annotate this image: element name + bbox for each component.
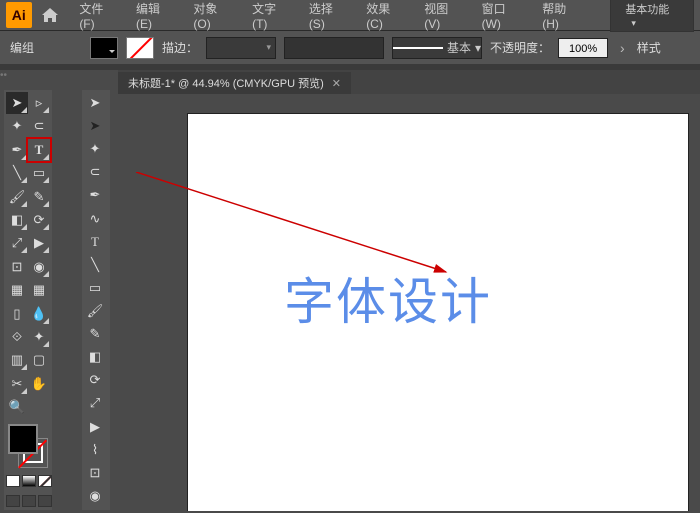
menu-help[interactable]: 帮助(H) xyxy=(534,0,590,36)
hand-tool[interactable]: ✋ xyxy=(28,373,50,395)
sec-pen-tool[interactable]: ✒ xyxy=(84,184,106,206)
sec-brush-tool[interactable]: 🖌 xyxy=(84,300,106,322)
sec-pencil-tool[interactable]: ✎ xyxy=(84,323,106,345)
stroke-swatch[interactable] xyxy=(126,37,154,59)
rotate-tool[interactable]: ⟳ xyxy=(28,209,50,231)
shape-builder-tool[interactable]: ◉ xyxy=(28,256,50,278)
lasso-tool[interactable]: ⊂ xyxy=(28,115,50,137)
tools-panel-secondary: ➤ ➤ ✦ ⊂ ✒ ∿ T ╲ ▭ 🖌 ✎ ◧ ⟳ ⤢ ▶ ⌇ ⊡ ◉ xyxy=(82,90,110,510)
document-tab[interactable]: 未标题-1* @ 44.94% (CMYK/GPU 预览) ✕ xyxy=(118,72,351,94)
sec-warp-tool[interactable]: ⌇ xyxy=(84,439,106,461)
pencil-tool[interactable]: ✎ xyxy=(28,186,50,208)
canvas-area[interactable]: 字体设计 xyxy=(118,94,698,511)
eyedropper-tool[interactable]: 💧 xyxy=(28,303,50,325)
stroke-label: 描边： xyxy=(162,39,198,56)
workspace-switcher[interactable]: 基本功能 xyxy=(610,0,694,32)
menu-file[interactable]: 文件(F) xyxy=(71,0,126,36)
opacity-more-icon[interactable]: › xyxy=(616,40,629,56)
tools-panel-main: ➤ ▹ ✦ ⊂ ✒ T ╲ ▭ 🖌 ✎ ◧ ⟳ ⤢ ▶ ⊡ ◉ ▦ ▦ ▯ 💧 … xyxy=(4,90,52,510)
canvas-text-object[interactable]: 字体设计 xyxy=(284,262,492,334)
tab-title: 未标题-1* @ 44.94% (CMYK/GPU 预览) xyxy=(128,75,324,91)
paintbrush-tool[interactable]: 🖌 xyxy=(6,186,28,208)
menu-type[interactable]: 文字(T) xyxy=(244,0,299,36)
menu-select[interactable]: 选择(S) xyxy=(301,0,356,36)
menu-effect[interactable]: 效果(C) xyxy=(358,0,414,36)
styles-label[interactable]: 样式 xyxy=(637,39,661,56)
menu-edit[interactable]: 编辑(E) xyxy=(128,0,183,36)
symbol-sprayer-tool[interactable]: ✦ xyxy=(28,326,50,348)
column-graph-tool[interactable]: ▥ xyxy=(6,349,28,371)
opacity-label: 不透明度： xyxy=(490,39,550,56)
stroke-style-dropdown[interactable]: 基本▾ xyxy=(392,37,482,59)
home-icon[interactable] xyxy=(42,6,60,24)
sec-wand-tool[interactable]: ✦ xyxy=(84,138,106,160)
menu-view[interactable]: 视图(V) xyxy=(416,0,471,36)
sec-rect-tool[interactable]: ▭ xyxy=(84,277,106,299)
sec-rotate-tool[interactable]: ⟳ xyxy=(84,369,106,391)
menu-window[interactable]: 窗口(W) xyxy=(474,0,533,36)
sec-scale-tool[interactable]: ⤢ xyxy=(84,392,106,414)
fill-stroke-colors[interactable] xyxy=(8,424,48,468)
sec-lasso-tool[interactable]: ⊂ xyxy=(84,161,106,183)
sec-type-tool[interactable]: T xyxy=(84,231,106,253)
sec-direct-tool[interactable]: ➤ xyxy=(84,115,106,137)
sec-selection-tool[interactable]: ➤ xyxy=(84,92,106,114)
sec-eraser-tool[interactable]: ◧ xyxy=(84,346,106,368)
blend-tool[interactable]: ⟐ xyxy=(6,326,28,348)
eraser-tool[interactable]: ◧ xyxy=(6,209,28,231)
sec-width-tool[interactable]: ▶ xyxy=(84,416,106,438)
mesh-tool[interactable]: ▦ xyxy=(28,279,50,301)
type-tool[interactable]: T xyxy=(28,139,50,161)
magic-wand-tool[interactable]: ✦ xyxy=(6,115,28,137)
sec-line-tool[interactable]: ╲ xyxy=(84,254,106,276)
line-tool[interactable]: ╲ xyxy=(6,162,28,184)
free-transform-tool[interactable]: ⊡ xyxy=(6,256,28,278)
opacity-input[interactable]: 100% xyxy=(558,38,608,58)
spacer xyxy=(28,396,50,418)
perspective-tool[interactable]: ▦ xyxy=(6,279,28,301)
sec-curve-tool[interactable]: ∿ xyxy=(84,208,106,230)
pen-tool[interactable]: ✒ xyxy=(6,139,28,161)
artboard[interactable]: 字体设计 xyxy=(188,114,688,511)
color-mode-buttons[interactable] xyxy=(6,475,52,488)
menu-object[interactable]: 对象(O) xyxy=(185,0,242,36)
menu-bar: Ai 文件(F) 编辑(E) 对象(O) 文字(T) 选择(S) 效果(C) 视… xyxy=(0,0,700,30)
width-tool[interactable]: ▶ xyxy=(28,232,50,254)
zoom-tool[interactable]: 🔍 xyxy=(6,396,28,418)
panel-handle[interactable]: •• xyxy=(0,70,12,86)
artboard-tool[interactable]: ▢ xyxy=(28,349,50,371)
brush-preview[interactable] xyxy=(284,37,384,59)
fill-swatch[interactable] xyxy=(90,37,118,59)
document-tab-strip: 未标题-1* @ 44.94% (CMYK/GPU 预览) ✕ xyxy=(118,70,700,94)
sec-shape-tool[interactable]: ◉ xyxy=(84,485,106,507)
direct-selection-tool[interactable]: ▹ xyxy=(28,92,50,114)
app-logo: Ai xyxy=(6,2,32,28)
rectangle-tool[interactable]: ▭ xyxy=(28,162,50,184)
draw-mode-buttons[interactable] xyxy=(6,495,52,508)
fill-color[interactable] xyxy=(8,424,38,454)
close-tab-icon[interactable]: ✕ xyxy=(332,77,341,90)
gradient-tool[interactable]: ▯ xyxy=(6,303,28,325)
selection-tool[interactable]: ➤ xyxy=(6,92,28,114)
slice-tool[interactable]: ✂ xyxy=(6,373,28,395)
scale-tool[interactable]: ⤢ xyxy=(6,232,28,254)
stroke-weight-dropdown[interactable] xyxy=(206,37,276,59)
sec-transform-tool[interactable]: ⊡ xyxy=(84,462,106,484)
selection-type-label: 编组 xyxy=(10,39,34,56)
